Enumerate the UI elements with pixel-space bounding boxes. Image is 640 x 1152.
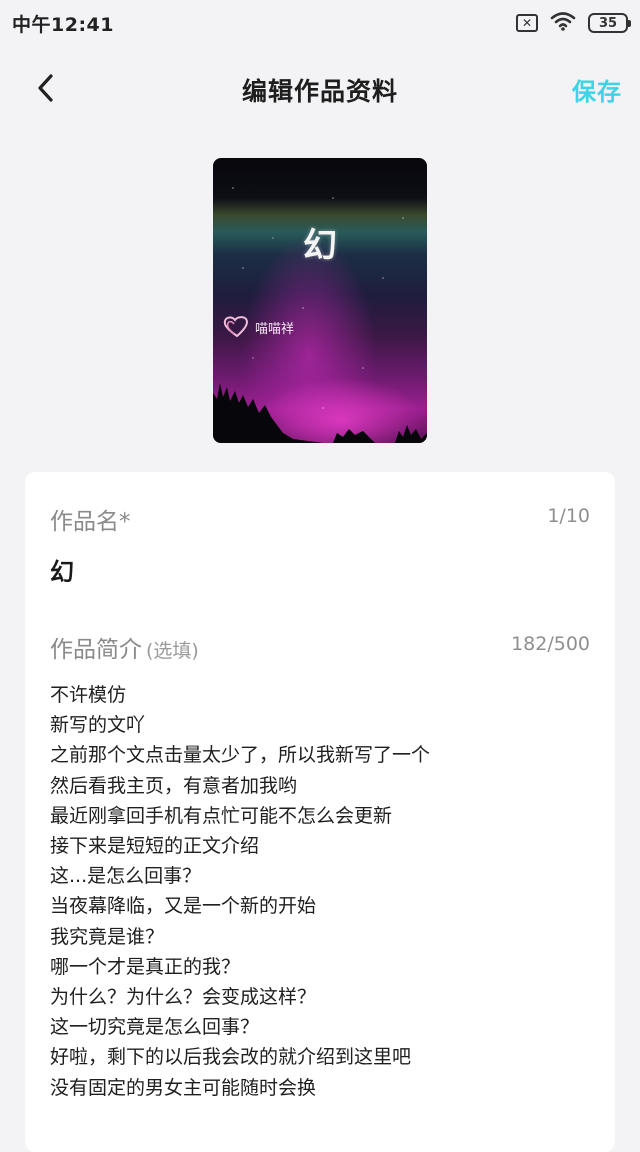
cover-signature: 喵喵祥 <box>223 316 294 338</box>
intro-line: 然后看我主页，有意者加我哟 <box>50 774 298 797</box>
intro-line: 这...是怎么回事？ <box>50 865 202 888</box>
intro-line: 没有固定的男女主可能随时会换 <box>50 1076 317 1099</box>
battery-icon: 35 <box>588 13 631 33</box>
intro-line: 哪一个才是真正的我？ <box>50 955 241 978</box>
intro-line: 这一切究竟是怎么回事？ <box>50 1016 260 1039</box>
page-title: 编辑作品资料 <box>241 77 398 106</box>
sim-card-icon: ✕ <box>516 14 538 32</box>
status-icons: ✕ 35 <box>516 11 631 35</box>
form-card: 作品名* 1/10 幻 作品简介 (选填) 182/500 不许模仿 新写的文吖 … <box>25 472 615 1152</box>
cover-signature-text: 喵喵祥 <box>255 321 295 337</box>
intro-optional-hint: (选填) <box>146 640 199 662</box>
intro-textarea[interactable]: 不许模仿 新写的文吖 之前那个文点击量太少了，所以我新写了一个 然后看我主页，有… <box>50 680 590 1103</box>
tree-silhouette <box>213 383 427 443</box>
intro-label: 作品简介 (选填) <box>50 630 199 664</box>
intro-line: 我究竟是谁？ <box>50 925 165 948</box>
status-time: 中午12:41 <box>12 13 114 36</box>
intro-line: 新写的文吖 <box>50 714 146 737</box>
work-name-counter: 1/10 <box>547 505 590 527</box>
intro-line: 之前那个文点击量太少了，所以我新写了一个 <box>50 744 431 767</box>
work-name-input[interactable]: 幻 <box>50 552 74 587</box>
intro-line: 为什么？为什么？会变成这样？ <box>50 986 317 1009</box>
intro-line: 好啦，剩下的以后我会改的就介绍到这里吧 <box>50 1046 412 1069</box>
cover-title: 幻 <box>303 226 337 266</box>
intro-line: 最近刚拿回手机有点忙可能不怎么会更新 <box>50 804 393 827</box>
nav-bar: 编辑作品资料 保存 <box>0 58 640 118</box>
intro-line: 不许模仿 <box>50 684 127 706</box>
intro-counter: 182/500 <box>511 633 590 655</box>
save-button[interactable]: 保存 <box>572 72 622 107</box>
intro-line: 当夜幕降临，又是一个新的开始 <box>50 895 317 918</box>
cover-image[interactable]: 幻 喵喵祥 <box>213 158 427 443</box>
work-name-label: 作品名* <box>50 509 131 535</box>
intro-line: 接下来是短短的正文介绍 <box>50 835 260 858</box>
heart-icon <box>223 316 248 338</box>
status-bar: 中午12:41 ✕ 35 <box>0 0 640 46</box>
intro-label-text: 作品简介 <box>50 637 142 663</box>
wifi-icon <box>550 11 576 35</box>
